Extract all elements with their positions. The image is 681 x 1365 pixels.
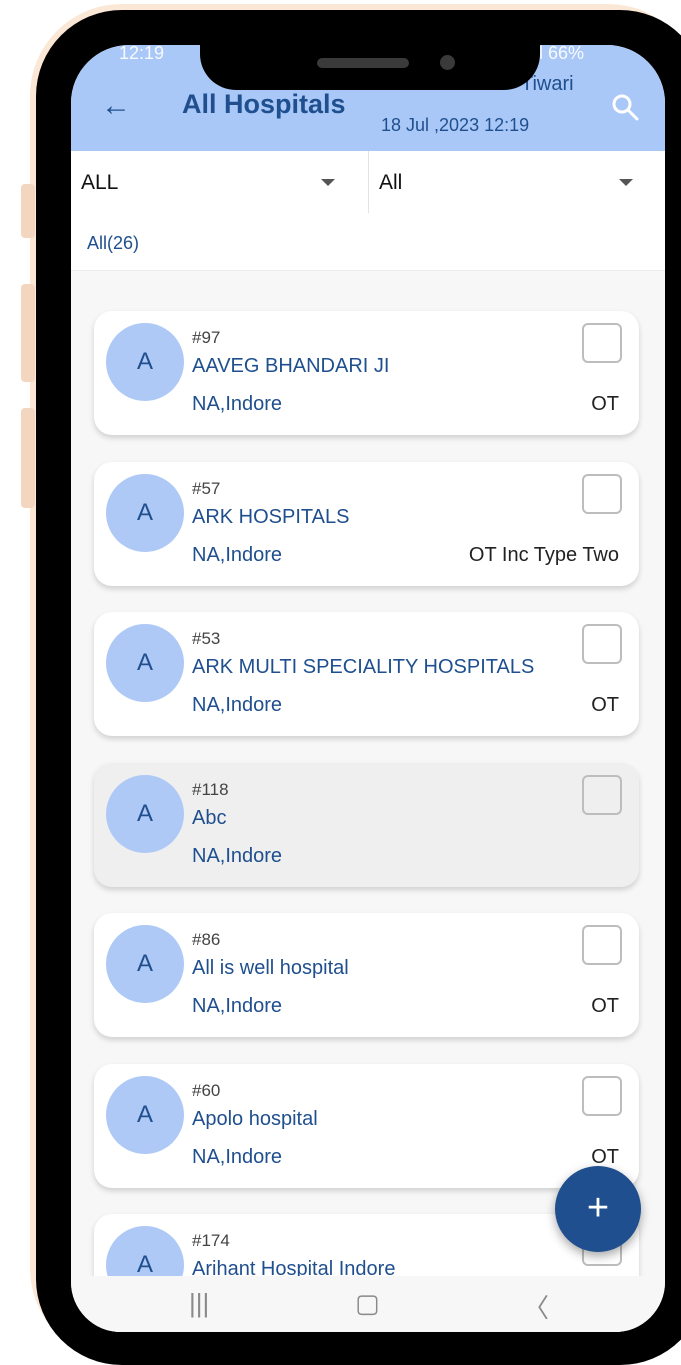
hospital-card[interactable]: A #86 All is well hospital NA,Indore OT — [94, 913, 639, 1037]
tab-all[interactable]: All(26) — [87, 233, 139, 254]
recent-apps-icon[interactable]: ||| — [189, 1288, 209, 1319]
hospital-location: NA,Indore — [192, 1146, 283, 1168]
hospital-location: NA,Indore — [192, 393, 283, 415]
hospital-card[interactable]: A #97 AAVEG BHANDARI JI NA,Indore OT — [94, 311, 639, 435]
front-camera — [440, 55, 455, 70]
hospital-id: #57 — [192, 479, 221, 498]
select-checkbox[interactable] — [582, 474, 622, 514]
hospital-name: AAVEG BHANDARI JI — [192, 355, 390, 377]
hospital-location: NA,Indore — [192, 995, 283, 1017]
home-icon[interactable]: ▢ — [355, 1288, 380, 1319]
avatar: A — [106, 624, 184, 702]
filter-value: All — [379, 171, 403, 194]
status-time: 12:19 — [119, 45, 165, 63]
hospital-type: OT — [591, 995, 619, 1017]
select-checkbox[interactable] — [582, 775, 622, 815]
hospital-name: Apolo hospital — [192, 1108, 318, 1130]
select-checkbox[interactable] — [582, 624, 622, 664]
hospital-location: NA,Indore — [192, 544, 283, 566]
tab-row: All(26) — [71, 213, 665, 271]
side-button — [21, 184, 35, 238]
hospital-card[interactable]: A #57 ARK HOSPITALS NA,Indore OT Inc Typ… — [94, 462, 639, 586]
search-icon[interactable] — [611, 93, 639, 121]
select-checkbox[interactable] — [582, 323, 622, 363]
system-nav-bar: ||| ▢ 〈 — [71, 1276, 665, 1332]
phone-notch — [200, 45, 540, 90]
date-time: 18 Jul ,2023 12:19 — [381, 115, 530, 135]
select-checkbox[interactable] — [582, 1076, 622, 1116]
avatar: A — [106, 775, 184, 853]
filter-dropdown-right[interactable]: All — [369, 151, 665, 213]
speaker — [317, 58, 409, 68]
filter-divider — [368, 151, 369, 213]
hospital-name: All is well hospital — [192, 957, 349, 979]
filter-value: ALL — [81, 171, 119, 194]
hospital-type: OT Inc Type Two — [468, 544, 619, 566]
side-button — [21, 284, 35, 382]
select-checkbox[interactable] — [582, 925, 622, 965]
hospital-type: OT — [591, 393, 619, 415]
hospital-location: NA,Indore — [192, 694, 283, 716]
hospital-name: ARK HOSPITALS — [192, 506, 350, 528]
hospital-id: #53 — [192, 629, 221, 648]
avatar: A — [106, 474, 184, 552]
hospital-name: ARK MULTI SPECIALITY HOSPITALS — [192, 656, 535, 678]
hospital-type: OT — [591, 694, 619, 716]
hospital-id: #86 — [192, 930, 221, 949]
screen: 12:19 ill 66% ← All Hospitals Tiwari 18 … — [71, 45, 665, 1332]
avatar: A — [106, 925, 184, 1003]
hospital-name: Abc — [192, 807, 227, 829]
add-hospital-button[interactable]: + — [555, 1166, 641, 1252]
hospital-id: #118 — [192, 780, 229, 799]
nav-back-icon[interactable]: 〈 — [523, 1288, 549, 1325]
hospital-id: #60 — [192, 1081, 221, 1100]
chevron-down-icon — [321, 179, 335, 186]
hospital-card[interactable]: A #118 Abc NA,Indore — [94, 763, 639, 887]
avatar: A — [106, 1076, 184, 1154]
hospital-card[interactable]: A #60 Apolo hospital NA,Indore OT — [94, 1064, 639, 1188]
chevron-down-icon — [619, 179, 633, 186]
avatar: A — [106, 323, 184, 401]
side-button — [21, 408, 35, 508]
hospital-location: NA,Indore — [192, 845, 283, 867]
back-arrow-icon[interactable]: ← — [101, 89, 131, 123]
page-title: All Hospitals — [182, 89, 346, 119]
filter-dropdown-left[interactable]: ALL — [71, 151, 368, 213]
hospital-id: #174 — [192, 1231, 230, 1250]
hospital-id: #97 — [192, 328, 221, 347]
hospital-card[interactable]: A #53 ARK MULTI SPECIALITY HOSPITALS NA,… — [94, 612, 639, 736]
